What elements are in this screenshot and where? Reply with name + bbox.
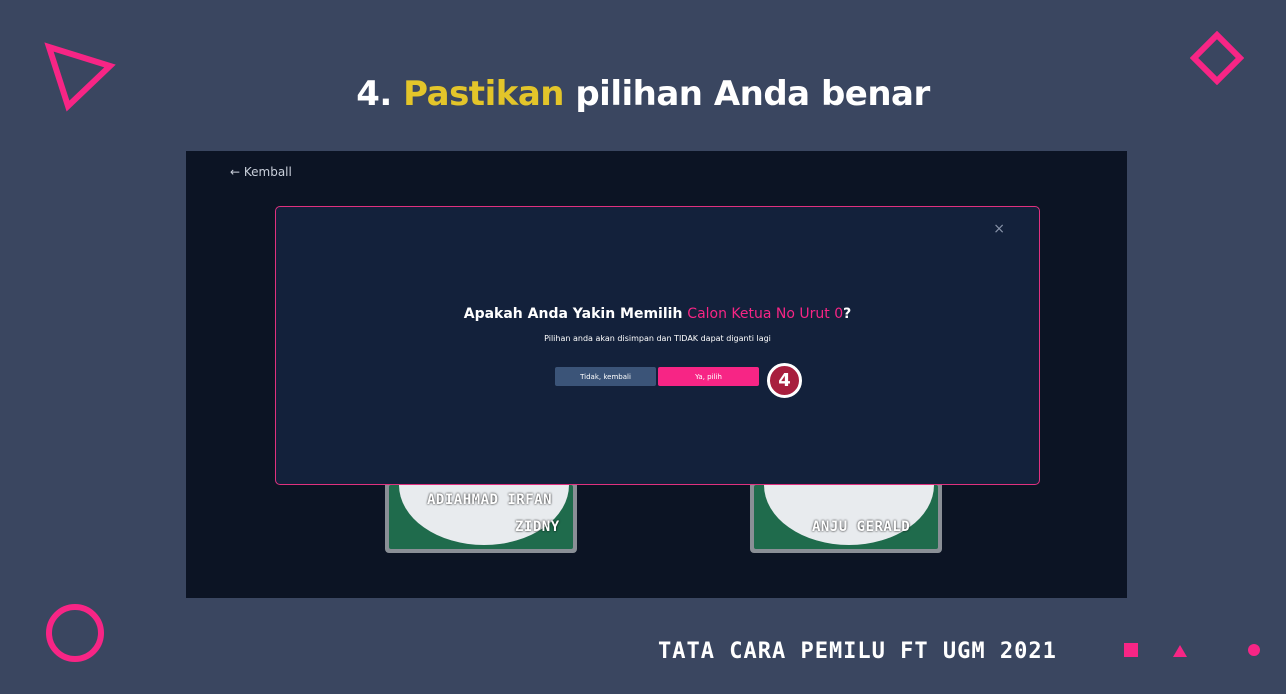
- candidate-card[interactable]: ADIAHMAD IRFAN ZIDNY: [385, 481, 577, 553]
- question-suffix: ?: [843, 306, 852, 322]
- square-icon: [1124, 643, 1138, 657]
- back-link[interactable]: ← Kemball: [230, 165, 292, 179]
- slide-title: 4. Pastikan pilihan Anda benar: [0, 74, 1286, 114]
- modal-subtitle: Pilihan anda akan disimpan dan TIDAK dap…: [544, 334, 771, 343]
- slide-footer: TATA CARA PEMILU FT UGM 2021: [658, 639, 1057, 664]
- close-icon[interactable]: ×: [993, 221, 1005, 237]
- title-rest: pilihan Anda benar: [575, 74, 930, 114]
- title-prefix: 4.: [356, 74, 392, 114]
- app-screenshot: ← Kemball ADIAHMAD IRFAN ZIDNY ANJU GERA…: [186, 151, 1127, 598]
- modal-question: Apakah Anda Yakin Memilih Calon Ketua No…: [276, 306, 1039, 322]
- step-badge: 4: [767, 363, 802, 398]
- candidate-name: ZIDNY: [515, 519, 560, 535]
- triangle-outline-icon: [44, 42, 116, 112]
- candidate-name: ADIAHMAD IRFAN: [427, 492, 553, 508]
- candidate-photo: ADIAHMAD IRFAN ZIDNY: [389, 485, 573, 549]
- title-highlight: Pastikan: [403, 74, 564, 114]
- triangle-icon: [1173, 645, 1187, 657]
- question-prefix: Apakah Anda Yakin Memilih: [463, 306, 683, 322]
- candidate-name: ANJU GERALD: [812, 519, 911, 535]
- candidate-card[interactable]: ANJU GERALD: [750, 481, 942, 553]
- confirm-modal: × Apakah Anda Yakin Memilih Calon Ketua …: [275, 206, 1040, 485]
- circle-outline-icon: [46, 604, 104, 662]
- dot-icon: [1248, 644, 1260, 656]
- candidate-photo: ANJU GERALD: [754, 485, 938, 549]
- confirm-button[interactable]: Ya, pilih: [658, 367, 759, 386]
- question-accent: Calon Ketua No Urut 0: [687, 306, 844, 322]
- cancel-button[interactable]: Tidak, kembali: [555, 367, 656, 386]
- diamond-outline-icon: [1190, 31, 1244, 85]
